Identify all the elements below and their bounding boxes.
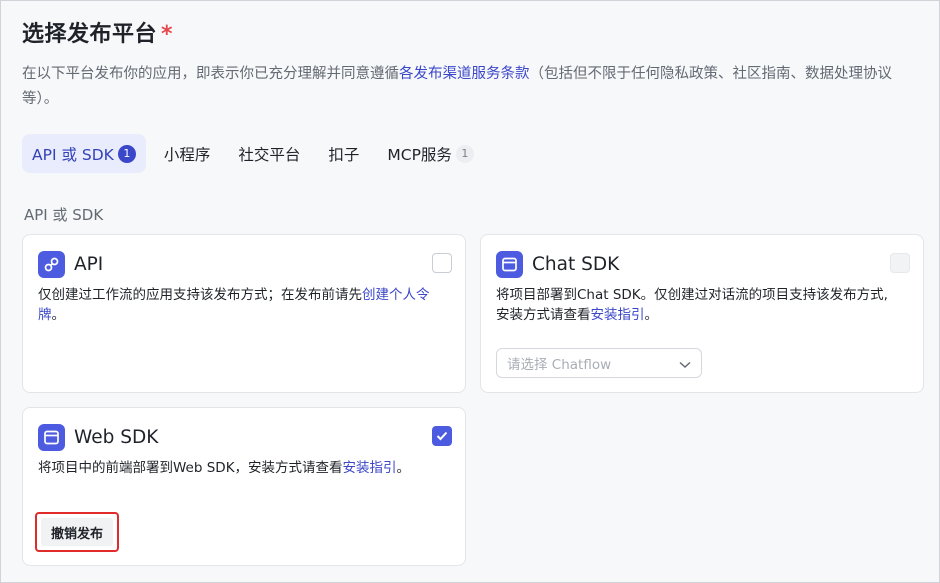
card-header: API xyxy=(38,251,103,278)
revoke-highlight: 撤销发布 xyxy=(35,512,119,552)
revoke-publish-button[interactable]: 撤销发布 xyxy=(41,518,113,546)
required-mark: * xyxy=(161,22,173,47)
chat-sdk-checkbox[interactable] xyxy=(890,253,910,273)
tab-mcp-service[interactable]: MCP服务 1 xyxy=(377,134,484,173)
count-badge: 1 xyxy=(455,144,474,163)
title-row: 选择发布平台 * xyxy=(22,16,173,48)
desc-text: 将项目中的前端部署到Web SDK，安装方式请查看 xyxy=(38,460,343,476)
desc-text-suffix: 。 xyxy=(644,307,659,323)
desc-text-suffix: 。 xyxy=(51,307,66,323)
select-placeholder: 请选择 Chatflow xyxy=(507,357,612,373)
desc-text-suffix: 。 xyxy=(396,460,411,476)
card-header: Chat SDK xyxy=(496,251,619,278)
link-icon xyxy=(38,251,65,278)
tab-label: 扣子 xyxy=(328,145,360,164)
card-description: 将项目中的前端部署到Web SDK，安装方式请查看安装指引。 xyxy=(38,458,448,478)
terms-link[interactable]: 各发布渠道服务条款 xyxy=(399,66,530,82)
platform-tabs: API 或 SDK 1 小程序 社交平台 扣子 MCP服务 1 xyxy=(22,134,492,173)
tab-label: 社交平台 xyxy=(238,145,301,164)
web-sdk-checkbox[interactable] xyxy=(432,426,452,446)
web-sdk-card[interactable]: Web SDK 将项目中的前端部署到Web SDK，安装方式请查看安装指引。 撤… xyxy=(22,407,466,566)
browser-window-icon xyxy=(496,251,523,278)
card-title: API xyxy=(74,254,104,275)
api-checkbox[interactable] xyxy=(432,253,452,273)
tab-api-sdk[interactable]: API 或 SDK 1 xyxy=(22,134,146,173)
api-card[interactable]: API 仅创建过工作流的应用支持该发布方式；在发布前请先创建个人令牌。 xyxy=(22,234,466,393)
card-title: Web SDK xyxy=(74,427,159,448)
chevron-down-icon xyxy=(679,354,691,373)
card-description: 仅创建过工作流的应用支持该发布方式；在发布前请先创建个人令牌。 xyxy=(38,285,448,325)
chat-sdk-card[interactable]: Chat SDK 将项目部署到Chat SDK。仅创建过对话流的项目支持该发布方… xyxy=(480,234,924,393)
install-guide-link[interactable]: 安装指引 xyxy=(591,307,645,323)
count-badge: 1 xyxy=(117,144,136,163)
tab-coze[interactable]: 扣子 xyxy=(318,134,369,173)
card-description: 将项目部署到Chat SDK。仅创建过对话流的项目支持该发布方式,安装方式请查看… xyxy=(496,285,901,325)
install-guide-link[interactable]: 安装指引 xyxy=(343,460,397,476)
terms-description: 在以下平台发布你的应用，即表示你已充分理解并同意遵循各发布渠道服务条款（包括但不… xyxy=(22,62,912,112)
section-label: API 或 SDK xyxy=(24,206,104,224)
desc-text: 将项目部署到Chat SDK。仅创建过对话流的项目支持该发布方式,安装方式请查看 xyxy=(496,287,888,323)
chatflow-select[interactable]: 请选择 Chatflow xyxy=(496,348,702,378)
page-title: 选择发布平台 xyxy=(22,22,158,47)
browser-window-icon xyxy=(38,424,65,451)
tab-label: MCP服务 xyxy=(387,145,452,164)
tab-mini-program[interactable]: 小程序 xyxy=(154,134,221,173)
terms-text-prefix: 在以下平台发布你的应用，即表示你已充分理解并同意遵循 xyxy=(22,66,399,82)
desc-text: 仅创建过工作流的应用支持该发布方式；在发布前请先 xyxy=(38,287,362,303)
tab-label: API 或 SDK xyxy=(32,145,114,164)
card-header: Web SDK xyxy=(38,424,158,451)
tab-social-platform[interactable]: 社交平台 xyxy=(228,134,310,173)
card-title: Chat SDK xyxy=(532,254,620,275)
tab-label: 小程序 xyxy=(163,145,211,164)
